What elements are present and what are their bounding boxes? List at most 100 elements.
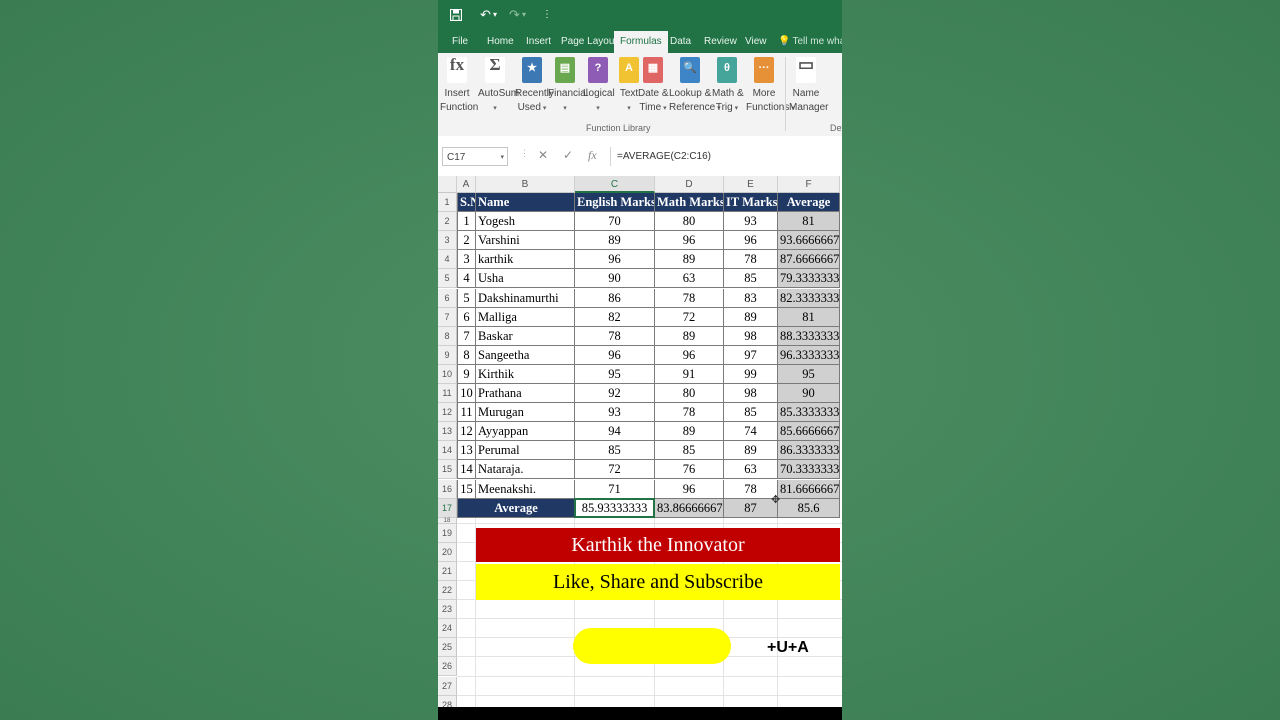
cell-name[interactable]: Sangeetha [476,345,575,365]
cell-average[interactable]: 96.3333333 [778,345,840,365]
ribbon-financial-button[interactable]: ▤ Financial ▾ [548,57,588,116]
cell-average[interactable]: 81 [778,307,840,327]
cell-english[interactable]: 93 [575,403,655,423]
ribbon-math-trig-button[interactable]: θ Math & Trig ▾ [712,57,744,116]
cell-english[interactable]: 70 [575,212,655,232]
cell-name[interactable]: Nataraja. [476,460,575,480]
cell-average[interactable]: 88.3333333 [778,326,840,346]
ribbon-more-functions-button[interactable]: ··· More Functions ▾ [746,57,795,116]
tab-home[interactable]: Home [487,31,514,53]
cell-english[interactable]: 89 [575,231,655,251]
cell-sno[interactable]: 6 [457,307,476,327]
tab-insert[interactable]: Insert [526,31,551,53]
cell-sno[interactable]: 4 [457,269,476,289]
cell-it[interactable]: 74 [724,422,778,442]
row-header-3[interactable]: 3 [438,231,457,251]
cell-sno[interactable]: 7 [457,326,476,346]
row-header-19[interactable]: 19 [438,523,457,543]
cell-math[interactable]: 72 [655,307,724,327]
row-header-5[interactable]: 5 [438,269,457,289]
row-header-10[interactable]: 10 [438,364,457,384]
tab-file[interactable]: File [452,31,468,53]
cell-it[interactable]: 99 [724,364,778,384]
cell-math[interactable]: 78 [655,288,724,308]
cell-average[interactable]: 86.3333333 [778,441,840,461]
tell-me-search[interactable]: 💡Tell me what y [778,31,842,53]
column-header-d[interactable]: D [655,176,724,193]
cell-math[interactable]: 80 [655,212,724,232]
cell-average[interactable]: 87.6666667 [778,250,840,270]
cell-sno[interactable]: 2 [457,231,476,251]
select-all-corner[interactable] [438,176,457,193]
tab-review[interactable]: Review [704,31,737,53]
cell-average[interactable]: 90 [778,384,840,404]
undo-caret-icon[interactable]: ▾ [493,5,497,25]
cell-name[interactable]: Usha [476,269,575,289]
cell-average[interactable]: 81 [778,212,840,232]
formula-input[interactable]: =AVERAGE(C2:C16) [610,147,842,166]
header-cell-average[interactable]: Average [778,193,840,213]
cell-english[interactable]: 96 [575,250,655,270]
column-header-b[interactable]: B [476,176,575,193]
row-header-14[interactable]: 14 [438,441,457,461]
cell-sno[interactable]: 15 [457,479,476,499]
ribbon-logical-button[interactable]: ? Logical ▾ [583,57,615,116]
ribbon-date-time-button[interactable]: ▦ Date & Time ▾ [638,57,669,116]
cell-name[interactable]: karthik [476,250,575,270]
name-box-caret-icon[interactable]: ▾ [500,148,504,167]
tab-formulas[interactable]: Formulas [614,31,668,53]
cell-math[interactable]: 63 [655,269,724,289]
cell-math[interactable]: 89 [655,326,724,346]
cell-it[interactable]: 63 [724,460,778,480]
undo-icon[interactable]: ↶ [480,5,491,25]
cell-sno[interactable]: 12 [457,422,476,442]
cell-math[interactable]: 91 [655,364,724,384]
customize-icon[interactable]: ⋮ [542,5,552,25]
cell-sno[interactable]: 11 [457,403,476,423]
ribbon-autosum-button[interactable]: Σ AutoSum ▾ [478,56,519,116]
cell-name[interactable]: Ayyappan [476,422,575,442]
cell-name[interactable]: Meenakshi. [476,479,575,499]
cancel-icon[interactable]: ✕ [538,148,548,162]
cell-sno[interactable]: 3 [457,250,476,270]
row-header-25[interactable]: 25 [438,638,457,658]
header-cell-english[interactable]: English Marks [575,193,655,213]
cell-it[interactable]: 83 [724,288,778,308]
ribbon-text-button[interactable]: A Text ▾ [618,57,640,116]
average-cell-math[interactable]: 83.86666667 [655,498,724,518]
cell-it[interactable]: 97 [724,345,778,365]
cell-english[interactable]: 71 [575,479,655,499]
cell-english[interactable]: 85 [575,441,655,461]
cell-average[interactable]: 95 [778,364,840,384]
cell-average[interactable]: 79.3333333 [778,269,840,289]
name-box[interactable]: C17 ▾ [442,147,508,166]
column-header-e[interactable]: E [724,176,778,193]
cell-name[interactable]: Malliga [476,307,575,327]
cell-sno[interactable]: 13 [457,441,476,461]
cell-it[interactable]: 85 [724,269,778,289]
header-cell-name[interactable]: Name [476,193,575,213]
cell-english[interactable]: 92 [575,384,655,404]
row-header-12[interactable]: 12 [438,403,457,423]
cell-average[interactable]: 82.3333333 [778,288,840,308]
tab-view[interactable]: View [745,31,767,53]
cell-name[interactable]: Baskar [476,326,575,346]
cell-english[interactable]: 96 [575,345,655,365]
cell-math[interactable]: 96 [655,231,724,251]
cell-average[interactable]: 81.6666667 [778,479,840,499]
cell-name[interactable]: Prathana [476,384,575,404]
tab-data[interactable]: Data [670,31,691,53]
cell-it[interactable]: 78 [724,479,778,499]
row-header-24[interactable]: 24 [438,619,457,639]
redo-icon[interactable]: ↷ [509,5,520,25]
cell-name[interactable]: Murugan [476,403,575,423]
enter-icon[interactable]: ✓ [563,148,573,162]
row-header-26[interactable]: 26 [438,657,457,677]
cell-sno[interactable]: 8 [457,345,476,365]
header-cell-math[interactable]: Math Marks [655,193,724,213]
average-cell-it[interactable]: 87 [724,498,778,518]
ribbon-lookup-reference-button[interactable]: 🔍 Lookup & Reference ▾ [669,57,721,116]
cell-math[interactable]: 89 [655,250,724,270]
redo-caret-icon[interactable]: ▾ [522,5,526,25]
cell-english[interactable]: 94 [575,422,655,442]
